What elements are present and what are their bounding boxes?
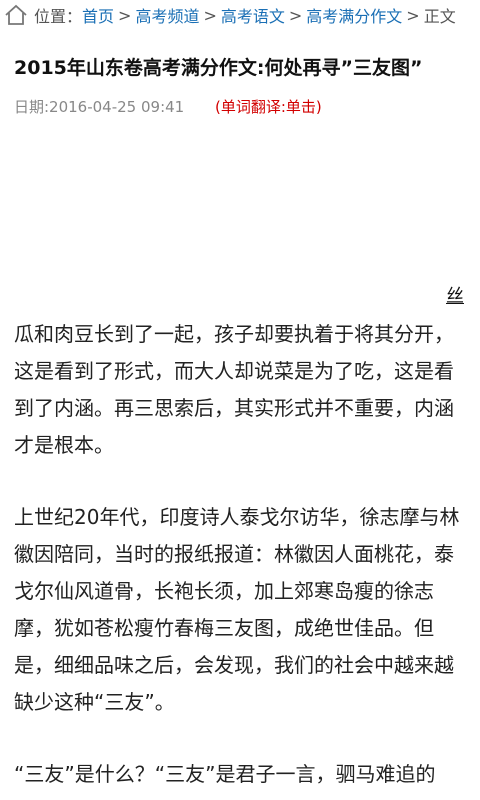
article-title: 2015年山东卷高考满分作文:何处再寻”三友图” xyxy=(14,57,423,79)
breadcrumb-current: 正文 xyxy=(423,7,456,26)
article-meta: 日期:2016-04-25 09:41 (单词翻译:单击) xyxy=(14,96,470,118)
breadcrumb-link-full-score-essays[interactable]: 高考满分作文 xyxy=(306,3,402,27)
article-paragraph: 瓜和肉豆长到了一起，孩子却要执着于将其分开，这是看到了形式，而大人却说菜是为了吃… xyxy=(14,322,454,457)
breadcrumb-link-gaokao-chinese[interactable]: 高考语文 xyxy=(221,3,285,27)
article-body: 瓜和肉豆长到了一起，孩子却要执着于将其分开，这是看到了形式，而大人却说菜是为了吃… xyxy=(14,316,466,800)
translate-hint: (单词翻译:单击) xyxy=(215,98,322,116)
breadcrumb-separator: > xyxy=(203,5,217,25)
underlined-word[interactable]: 丝 xyxy=(446,282,464,308)
home-icon[interactable] xyxy=(4,3,28,27)
breadcrumb-prefix: 位置： xyxy=(34,7,83,26)
breadcrumb-separator: > xyxy=(288,5,303,25)
article-date: 日期:2016-04-25 09:41 xyxy=(14,98,185,116)
article-paragraph: “三友”是什么？“三友”是君子一言，驷马难追的 xyxy=(14,762,436,786)
article-page: 位置： 首页 > 高考频道 > 高考语文 > 高考满分作文 > 正文 2015年… xyxy=(0,0,480,800)
breadcrumb-separator: > xyxy=(118,5,132,25)
breadcrumb-separator: > xyxy=(406,5,420,25)
article-paragraph: 上世纪20年代，印度诗人泰戈尔访华，徐志摩与林徽因陪同，当时的报纸报道：林徽因人… xyxy=(14,505,460,714)
breadcrumb: 位置： 首页 > 高考频道 > 高考语文 > 高考满分作文 > 正文 xyxy=(0,0,480,30)
breadcrumb-link-gaokao-channel[interactable]: 高考频道 xyxy=(135,3,199,27)
breadcrumb-link-home[interactable]: 首页 xyxy=(82,3,114,27)
